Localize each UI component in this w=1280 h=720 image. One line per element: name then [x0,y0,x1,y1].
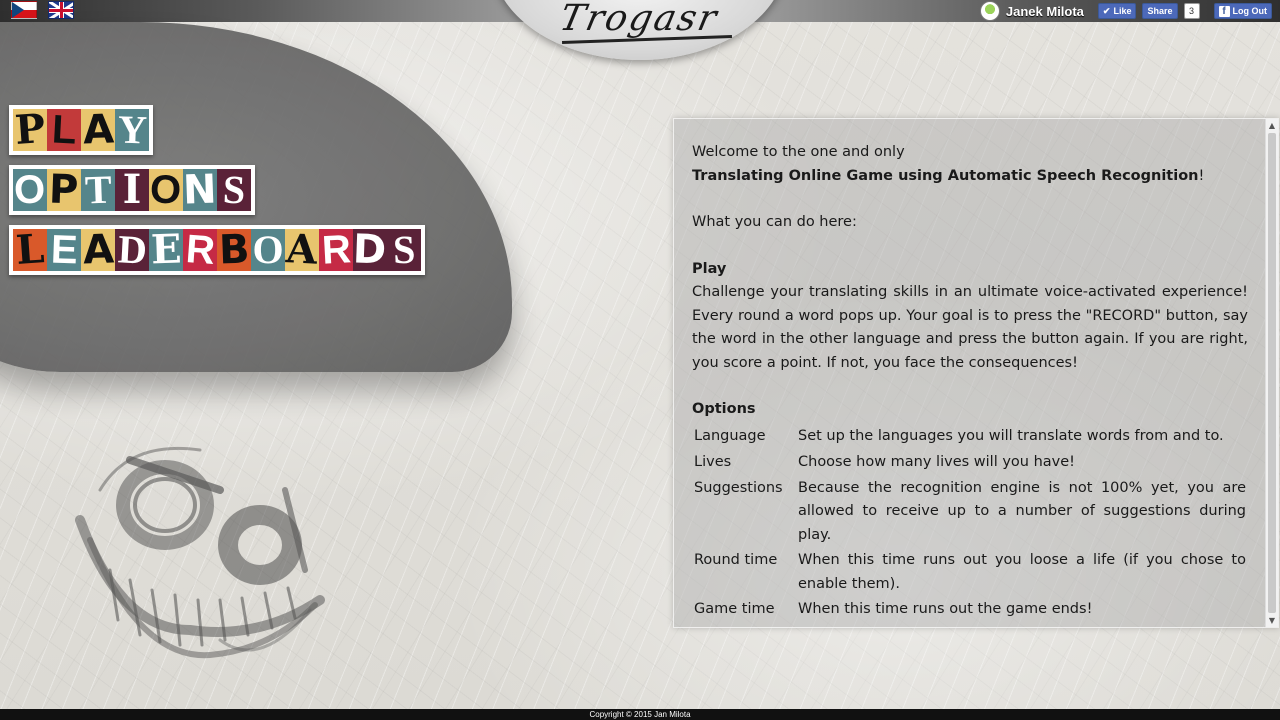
menu-letter: S [222,166,246,213]
sketch-face-illustration [75,446,325,659]
menu-letter: R [184,227,216,273]
share-count: 3 [1183,3,1200,19]
menu-letter: S [392,226,416,273]
menu-letter-tile: O [251,229,285,271]
scroll-up-icon[interactable]: ▲ [1266,119,1278,132]
menu-letter: D [116,226,148,273]
table-row: Suggestions Because the recognition engi… [692,476,1248,549]
what-you-can-do: What you can do here: [692,214,857,230]
option-name: Suggestions [694,479,783,496]
menu-letter: P [48,166,80,214]
menu-letter: D [352,226,388,274]
options-table: Language Set up the languages you will t… [692,424,1248,624]
user-area: Janek Milota ✔ Like Share 3 f Log Out [979,0,1272,22]
scroll-down-icon[interactable]: ▼ [1266,614,1278,627]
leaderboards-button[interactable]: LEADERBOARDS [9,225,425,275]
play-description: Challenge your translating skills in an … [692,284,1248,371]
table-row: Language Set up the languages you will t… [692,424,1248,450]
option-description: When this time runs out you loose a life… [798,552,1246,592]
menu-letter-tile: R [183,227,217,273]
menu-letter-tile: N [182,166,218,214]
menu-letter: A [285,225,319,274]
thumbs-up-icon: ✔ [1102,5,1111,16]
option-description: When this time runs out the game ends! [798,601,1093,617]
option-description: Set up the languages you will translate … [798,427,1224,444]
options-button[interactable]: OPTIONS [9,165,255,215]
info-content: Welcome to the one and only Translating … [692,141,1248,623]
scroll-thumb[interactable] [1268,133,1276,613]
menu-letter-tile: B [217,226,251,274]
menu-letter-tile: A [81,106,115,154]
menu-letter: P [13,105,47,154]
menu-letter: L [50,107,78,153]
menu-letter-tile: O [13,167,47,213]
menu-letter-tile: P [13,105,47,154]
avatar [979,1,1000,21]
logo[interactable]: Trogasr [492,0,786,60]
menu-letter-tile: S [387,226,421,273]
facebook-share-button[interactable]: Share [1142,3,1178,19]
menu-letter: L [14,225,46,274]
table-row: Lives Choose how many lives will you hav… [692,450,1248,476]
facebook-icon: f [1218,5,1230,17]
menu-letter-tile: O [149,167,183,213]
menu-letter: O [13,167,47,213]
play-button[interactable]: PLAY [9,105,153,155]
menu-letter: Y [116,106,148,153]
facebook-like-button[interactable]: ✔ Like [1097,3,1137,19]
table-row: Game time When this time runs out the ga… [692,597,1248,623]
facebook-logout-button[interactable]: f Log Out [1213,3,1272,19]
menu-letter: I [122,166,142,213]
menu-letter-tile: E [149,225,183,274]
option-name: Round time [694,552,778,568]
option-name: Language [694,427,766,444]
menu-letter-tile: D [115,226,149,273]
option-description: Choose how many lives will you have! [798,453,1075,470]
menu-letter: B [217,226,251,274]
menu-letter: N [182,166,218,214]
intro-line-1: Welcome to the one and only [692,144,905,160]
menu-letter-tile: L [13,225,47,274]
options-heading: Options [692,401,756,417]
menu-letter: E [49,227,79,273]
menu-letter-tile: Y [115,106,149,153]
footer-copyright: Copyright © 2015 Jan Milota [0,709,1280,720]
menu-letter-tile: E [47,227,81,273]
menu-letter-tile: S [217,166,251,213]
uk-flag-icon[interactable] [48,1,74,19]
option-name: Lives [694,453,732,470]
menu-letter-tile: R [319,227,353,273]
menu-letter-tile: A [285,225,319,274]
play-heading: Play [692,260,727,277]
menu-letter: A [81,106,115,154]
like-label: Like [1113,6,1132,16]
logout-label: Log Out [1232,6,1268,16]
option-name: Game time [694,601,775,617]
info-panel[interactable]: Welcome to the one and only Translating … [673,118,1279,628]
menu-letter: O [252,227,284,272]
menu-letter: O [149,167,183,213]
table-row: Round time When this time runs out you l… [692,548,1248,597]
menu-letter: A [81,226,115,274]
czech-flag-icon[interactable] [11,1,37,19]
menu-letter-tile: I [115,169,149,211]
game-title-suffix: ! [1198,167,1205,184]
panel-scrollbar[interactable]: ▲ ▼ [1265,119,1278,627]
menu-letter: R [320,227,352,273]
menu-letter: T [83,166,113,213]
menu-letter: E [149,225,183,274]
menu-letter-tile: T [81,166,115,213]
logo-text: Trogasr [556,0,722,39]
menu-letter-tile: A [81,226,115,274]
menu-letter-tile: L [47,107,81,153]
option-description: Because the recognition engine is not 10… [798,479,1246,543]
game-title: Translating Online Game using Automatic … [692,167,1199,184]
intro-line-2: Translating Online Game using Automatic … [692,165,1248,189]
user-name: Janek Milota [1005,3,1084,19]
menu-letter-tile: D [352,226,388,274]
share-label: Share [1147,6,1173,16]
menu-letter-tile: P [47,166,81,214]
